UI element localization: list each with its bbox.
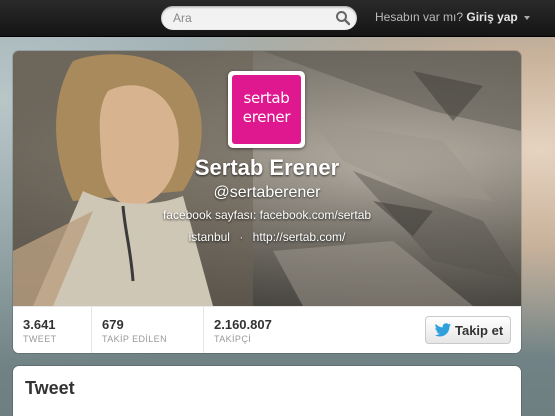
tweets-heading: Tweet	[25, 378, 75, 398]
follow-button[interactable]: Takip et	[425, 316, 511, 344]
profile-avatar[interactable]: sertab erener	[228, 71, 305, 148]
profile-stats-bar: 3.641 TWEET 679 TAKİP EDİLEN 2.160.807 T…	[13, 306, 521, 353]
stat-followers-label: TAKİPÇİ	[214, 334, 252, 344]
twitter-bird-icon	[434, 323, 452, 337]
top-bar: Hesabın var mı? Giriş yap	[0, 0, 555, 37]
caret-down-icon[interactable]	[524, 15, 531, 20]
login-prompt: Hesabın var mı? Giriş yap	[375, 10, 531, 24]
profile-meta: istanbul · http://sertab.com/	[13, 230, 521, 244]
meta-separator: ·	[239, 230, 244, 244]
stat-followers[interactable]: 2.160.807 TAKİPÇİ	[204, 307, 324, 353]
profile-bio: facebook sayfası: facebook.com/sertab	[162, 208, 372, 222]
stat-following-value: 679	[102, 317, 124, 332]
stat-following-label: TAKİP EDİLEN	[102, 334, 167, 344]
stat-following[interactable]: 679 TAKİP EDİLEN	[92, 307, 204, 353]
profile-url-link[interactable]: http://sertab.com/	[253, 230, 346, 244]
stat-tweets-value: 3.641	[23, 317, 56, 332]
stat-tweets-label: TWEET	[23, 334, 57, 344]
search-input[interactable]	[173, 9, 323, 27]
avatar-logo-line2: erener	[242, 108, 291, 126]
profile-header-image: sertab erener Sertab Erener @sertaberene…	[13, 51, 521, 306]
profile-name: Sertab Erener	[194, 155, 340, 180]
tweets-section: Tweet	[13, 366, 521, 416]
follow-button-label: Takip et	[455, 323, 504, 338]
stat-followers-value: 2.160.807	[214, 317, 272, 332]
search-icon[interactable]	[335, 10, 351, 26]
profile-card: sertab erener Sertab Erener @sertaberene…	[13, 51, 521, 353]
stat-tweets[interactable]: 3.641 TWEET	[13, 307, 92, 353]
login-prompt-text: Hesabın var mı?	[375, 10, 464, 24]
search-box[interactable]	[161, 6, 357, 30]
profile-location: istanbul	[188, 230, 230, 244]
avatar-logo-line1: sertab	[243, 89, 290, 107]
avatar-logo: sertab erener	[232, 75, 301, 144]
login-link[interactable]: Giriş yap	[466, 10, 517, 24]
profile-handle: @sertaberener	[213, 184, 321, 201]
